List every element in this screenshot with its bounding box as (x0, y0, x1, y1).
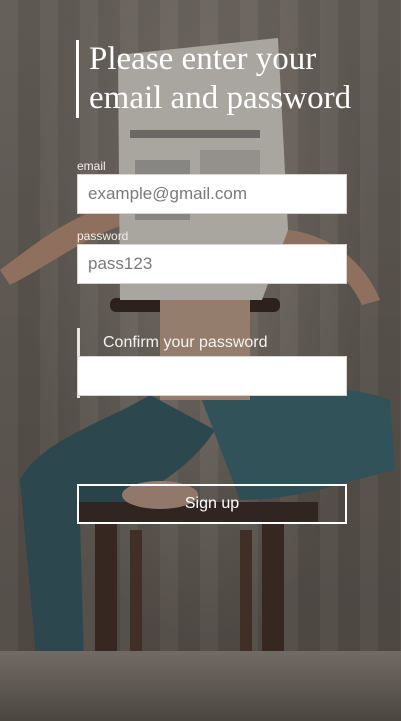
page-title: Please enter your email and password (89, 41, 352, 116)
title-block: Please enter your email and password (76, 40, 389, 118)
password-field[interactable] (77, 244, 347, 284)
email-label: email (77, 159, 106, 173)
password-label: password (77, 229, 129, 243)
signup-button[interactable]: Sign up (77, 484, 347, 524)
confirm-password-label: Confirm your password (103, 334, 268, 351)
confirm-password-field[interactable] (77, 356, 347, 396)
email-field[interactable] (77, 174, 347, 214)
